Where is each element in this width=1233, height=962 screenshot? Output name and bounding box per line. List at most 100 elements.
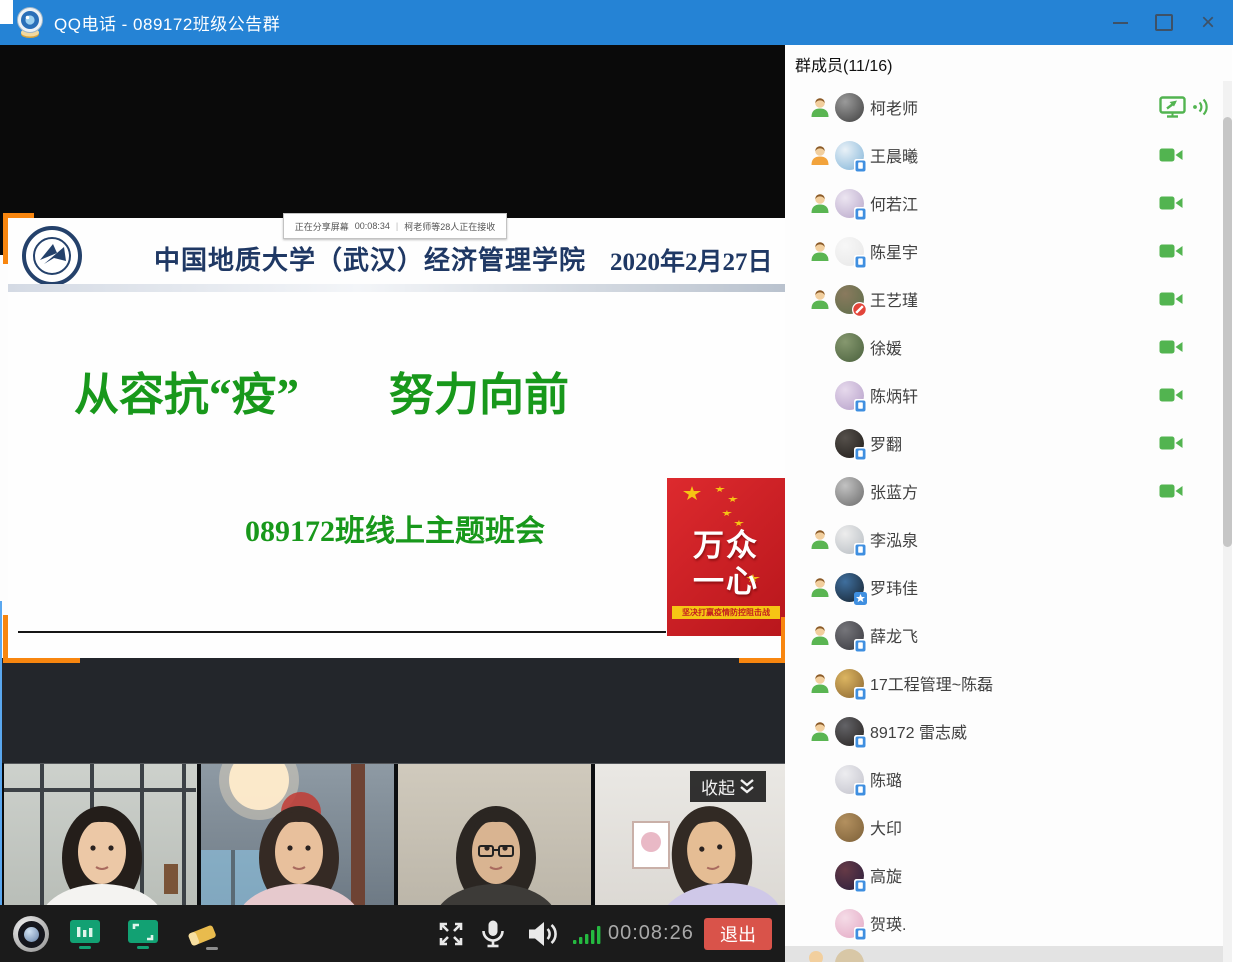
member-call-status: [1159, 419, 1183, 467]
member-status: [809, 192, 831, 214]
mobile-badge: [854, 399, 867, 413]
member-name: 高旋: [870, 863, 902, 887]
scrollbar-thumb[interactable]: [1223, 117, 1232, 547]
member-row[interactable]: 张蓝方: [785, 467, 1233, 515]
share-screen-button[interactable]: [124, 915, 162, 953]
member-name: 陈炳轩: [870, 383, 918, 407]
collapse-strip-button[interactable]: 收起: [690, 771, 766, 802]
stage-background: [0, 658, 785, 763]
avatar: [835, 765, 864, 794]
unity-poster: 万众 一心 坚决打赢疫情防控阻击战: [667, 478, 785, 636]
speaker-button[interactable]: [524, 915, 562, 953]
fullscreen-button[interactable]: [432, 915, 470, 953]
whiteboard-button[interactable]: [182, 915, 220, 953]
mobile-badge: [854, 207, 867, 221]
member-row[interactable]: 陈炳轩: [785, 371, 1233, 419]
member-status: [809, 240, 831, 262]
member-row[interactable]: 徐媛: [785, 323, 1233, 371]
close-button[interactable]: ×: [1193, 8, 1223, 38]
window-edge: [0, 255, 8, 658]
participant-video-thumbnail[interactable]: [398, 764, 591, 906]
member-name: 何若江: [870, 191, 918, 215]
member-row[interactable]: 17工程管理~陈磊: [785, 659, 1233, 707]
member-row[interactable]: 薛龙飞: [785, 611, 1233, 659]
participant-video-thumbnail[interactable]: [4, 764, 197, 906]
member-name: 17工程管理~陈磊: [870, 671, 993, 695]
member-row[interactable]: 高旋: [785, 851, 1233, 899]
member-status: [809, 336, 831, 358]
member-name: 陈璐: [870, 767, 902, 791]
member-call-status: [1159, 227, 1183, 275]
participant-video-thumbnail[interactable]: [201, 764, 394, 906]
poster-line2: 一心: [667, 566, 785, 599]
member-row[interactable]: 罗翻: [785, 419, 1233, 467]
members-scrollbar[interactable]: [1223, 81, 1232, 962]
avatar: [835, 93, 864, 122]
mobile-badge: [854, 543, 867, 557]
minimize-button[interactable]: [1105, 8, 1135, 38]
member-row[interactable]: 大印: [785, 803, 1233, 851]
screen-demo-button[interactable]: [66, 915, 104, 953]
member-row[interactable]: 柯老师: [785, 83, 1233, 131]
video-camera-icon: [1159, 147, 1183, 163]
screen-share-icon: [1159, 96, 1186, 118]
avatar: [835, 381, 864, 410]
member-name: 王晨曦: [870, 143, 918, 167]
shared-slide: 中国地质大学（武汉）经济管理学院 2020年2月27日 从容抗“疫” 努力向前 …: [8, 218, 785, 658]
member-name: 罗玮佳: [870, 575, 918, 599]
maximize-button[interactable]: [1149, 8, 1179, 38]
monitor-bars-icon: [66, 915, 104, 953]
member-status: [809, 576, 831, 598]
slide-footer-line: [18, 631, 666, 633]
member-row[interactable]: 李泓泉: [785, 515, 1233, 563]
mobile-badge: [854, 879, 867, 893]
avatar: [835, 189, 864, 218]
presence-person-icon: [809, 672, 831, 694]
member-row[interactable]: 罗玮佳: [785, 563, 1233, 611]
member-row[interactable]: 何若江: [785, 179, 1233, 227]
member-name: 大印: [870, 815, 902, 839]
member-row-partial[interactable]: [785, 946, 1223, 962]
exit-call-button[interactable]: 退出: [704, 918, 772, 950]
avatar: [835, 861, 864, 890]
blocked-badge: [852, 302, 867, 317]
mobile-badge: [854, 687, 867, 701]
status-icon: [809, 951, 823, 962]
star-badge: [854, 592, 867, 605]
video-camera-icon: [1159, 195, 1183, 211]
member-row[interactable]: 王晨曦: [785, 131, 1233, 179]
sharing-time: 00:08:34: [355, 221, 390, 231]
mobile-badge: [854, 735, 867, 749]
member-name: 89172 雷志威: [870, 719, 967, 743]
mobile-badge: [854, 927, 867, 941]
avatar: [835, 237, 864, 266]
call-stage: 中国地质大学（武汉）经济管理学院 2020年2月27日 从容抗“疫” 努力向前 …: [0, 45, 785, 962]
member-status: [809, 432, 831, 454]
camera-toggle-button[interactable]: [12, 915, 50, 953]
member-status: [809, 384, 831, 406]
signal-bars-icon: [572, 922, 602, 946]
member-name: 王艺瑾: [870, 287, 918, 311]
member-row[interactable]: 89172 雷志威: [785, 707, 1233, 755]
video-camera-icon: [1159, 435, 1183, 451]
member-status: [809, 768, 831, 790]
member-row[interactable]: 王艺瑾: [785, 275, 1233, 323]
member-row[interactable]: 贺瑛.: [785, 899, 1233, 947]
microphone-button[interactable]: [474, 915, 512, 953]
window-title: QQ电话 - 089172班级公告群: [54, 10, 280, 35]
video-camera-icon: [1159, 483, 1183, 499]
member-call-status: [1159, 323, 1183, 371]
corner-notch: [0, 0, 13, 24]
video-thumbnail-strip: [4, 763, 785, 906]
mobile-badge: [854, 159, 867, 173]
member-row[interactable]: 陈星宇: [785, 227, 1233, 275]
call-toolbar: 00:08:26 退出: [0, 905, 785, 962]
sharing-receivers: 柯老师等28人正在接收: [404, 220, 495, 233]
member-name: 李泓泉: [870, 527, 918, 551]
video-camera-icon: [1159, 243, 1183, 259]
presence-person-icon: [809, 240, 831, 262]
slide-school-name: 中国地质大学（武汉）经济管理学院: [154, 240, 586, 277]
member-row[interactable]: 陈璐: [785, 755, 1233, 803]
member-name: 罗翻: [870, 431, 902, 455]
avatar: [835, 573, 864, 602]
